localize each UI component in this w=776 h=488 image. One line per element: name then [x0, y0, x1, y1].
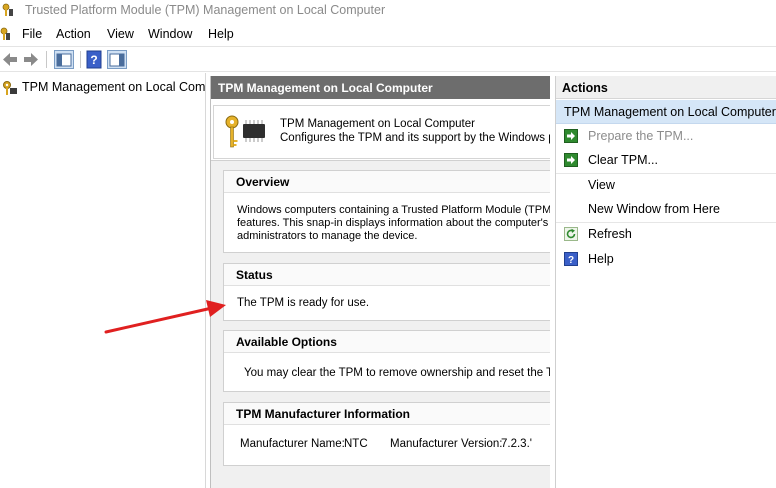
actions-separator — [556, 222, 776, 223]
actions-group-header[interactable]: TPM Management on Local Computer — [556, 100, 776, 124]
action-prepare-tpm[interactable]: Prepare the TPM... — [556, 126, 776, 148]
menu-window[interactable]: Window — [148, 27, 192, 41]
svg-text:?: ? — [568, 255, 574, 266]
available-options-heading: Available Options — [236, 335, 337, 349]
menu-action[interactable]: Action — [56, 27, 91, 41]
overview-line: features. This snap-in displays informat… — [237, 217, 550, 229]
menu-view[interactable]: View — [107, 27, 134, 41]
action-label: Clear TPM... — [588, 153, 658, 167]
toolbar: ? — [0, 46, 776, 72]
action-view[interactable]: View — [556, 175, 776, 197]
action-label: Help — [588, 252, 614, 266]
annotation-arrow-icon — [104, 300, 226, 334]
tpm-app-icon — [2, 3, 13, 16]
help-icon: ? — [564, 252, 578, 266]
actions-group-title: TPM Management on Local Computer — [564, 105, 776, 119]
manufacturer-section: TPM Manufacturer Information Manufacture… — [223, 402, 550, 466]
actions-title: Actions — [562, 81, 608, 95]
action-label: View — [588, 178, 615, 192]
status-heading: Status — [236, 268, 273, 282]
manufacturer-version-value: 7.2.3.' — [501, 438, 532, 450]
overview-line: Windows computers containing a Trusted P… — [237, 204, 550, 216]
action-label: Refresh — [588, 227, 632, 241]
action-help[interactable]: ? Help — [556, 249, 776, 271]
menu-file[interactable]: File — [22, 27, 42, 41]
console-tree: TPM Management on Local Comp — [0, 73, 206, 488]
actions-header: Actions — [556, 76, 776, 99]
manufacturer-version-label: Manufacturer Version: — [390, 438, 503, 450]
available-options-section: Available Options You may clear the TPM … — [223, 330, 550, 392]
actions-separator — [556, 173, 776, 174]
tpm-chip-key-icon — [225, 115, 265, 148]
forward-icon[interactable] — [22, 50, 40, 69]
show-hide-action-pane-icon[interactable] — [107, 50, 127, 69]
center-pane: TPM Management on Local Computer TPM Man… — [210, 76, 550, 488]
center-header-title: TPM Management on Local Computer — [218, 81, 433, 95]
action-refresh[interactable]: Refresh — [556, 224, 776, 246]
status-text: The TPM is ready for use. — [237, 297, 370, 309]
menu-help[interactable]: Help — [208, 27, 234, 41]
help-toolbar-icon[interactable]: ? — [86, 50, 102, 69]
action-label: Prepare the TPM... — [588, 129, 694, 143]
tpm-key-icon — [3, 81, 17, 95]
tree-item-tpm-management[interactable]: TPM Management on Local Comp — [0, 79, 206, 97]
menu-bar: File Action View Window Help — [0, 23, 776, 45]
manufacturer-heading: TPM Manufacturer Information — [236, 407, 411, 421]
green-arrow-icon — [564, 129, 578, 143]
overview-heading: Overview — [236, 175, 290, 189]
available-options-text: You may clear the TPM to remove ownershi… — [244, 367, 550, 379]
back-icon[interactable] — [1, 50, 19, 69]
toolbar-separator — [46, 51, 47, 68]
svg-text:?: ? — [90, 53, 97, 67]
refresh-icon — [564, 227, 578, 241]
center-header: TPM Management on Local Computer — [211, 76, 550, 99]
status-header[interactable]: Status — [224, 264, 550, 286]
action-clear-tpm[interactable]: Clear TPM... — [556, 150, 776, 172]
show-hide-console-tree-icon[interactable] — [54, 50, 74, 69]
actions-pane: Actions TPM Management on Local Computer… — [555, 76, 776, 488]
available-options-header[interactable]: Available Options — [224, 331, 550, 353]
manufacturer-name-label: Manufacturer Name: — [240, 438, 345, 450]
intro-title: TPM Management on Local Computer — [280, 118, 475, 130]
status-section: Status The TPM is ready for use. — [223, 263, 550, 321]
system-menu-icon[interactable] — [0, 27, 11, 41]
action-new-window[interactable]: New Window from Here — [556, 199, 776, 221]
manufacturer-name-value: NTC — [344, 438, 368, 450]
toolbar-separator — [80, 51, 81, 68]
title-bar: Trusted Platform Module (TPM) Management… — [0, 0, 776, 22]
overview-header[interactable]: Overview — [224, 171, 550, 193]
green-arrow-icon — [564, 153, 578, 167]
manufacturer-header[interactable]: TPM Manufacturer Information — [224, 403, 550, 425]
action-label: New Window from Here — [588, 202, 720, 216]
window-title: Trusted Platform Module (TPM) Management… — [25, 3, 386, 17]
overview-section: Overview Windows computers containing a … — [223, 170, 550, 253]
overview-line: administrators to manage the device. — [237, 230, 418, 242]
intro-panel: TPM Management on Local Computer Configu… — [211, 99, 550, 161]
intro-description: Configures the TPM and its support by th… — [280, 132, 550, 144]
tree-item-label: TPM Management on Local Comp — [22, 80, 206, 94]
